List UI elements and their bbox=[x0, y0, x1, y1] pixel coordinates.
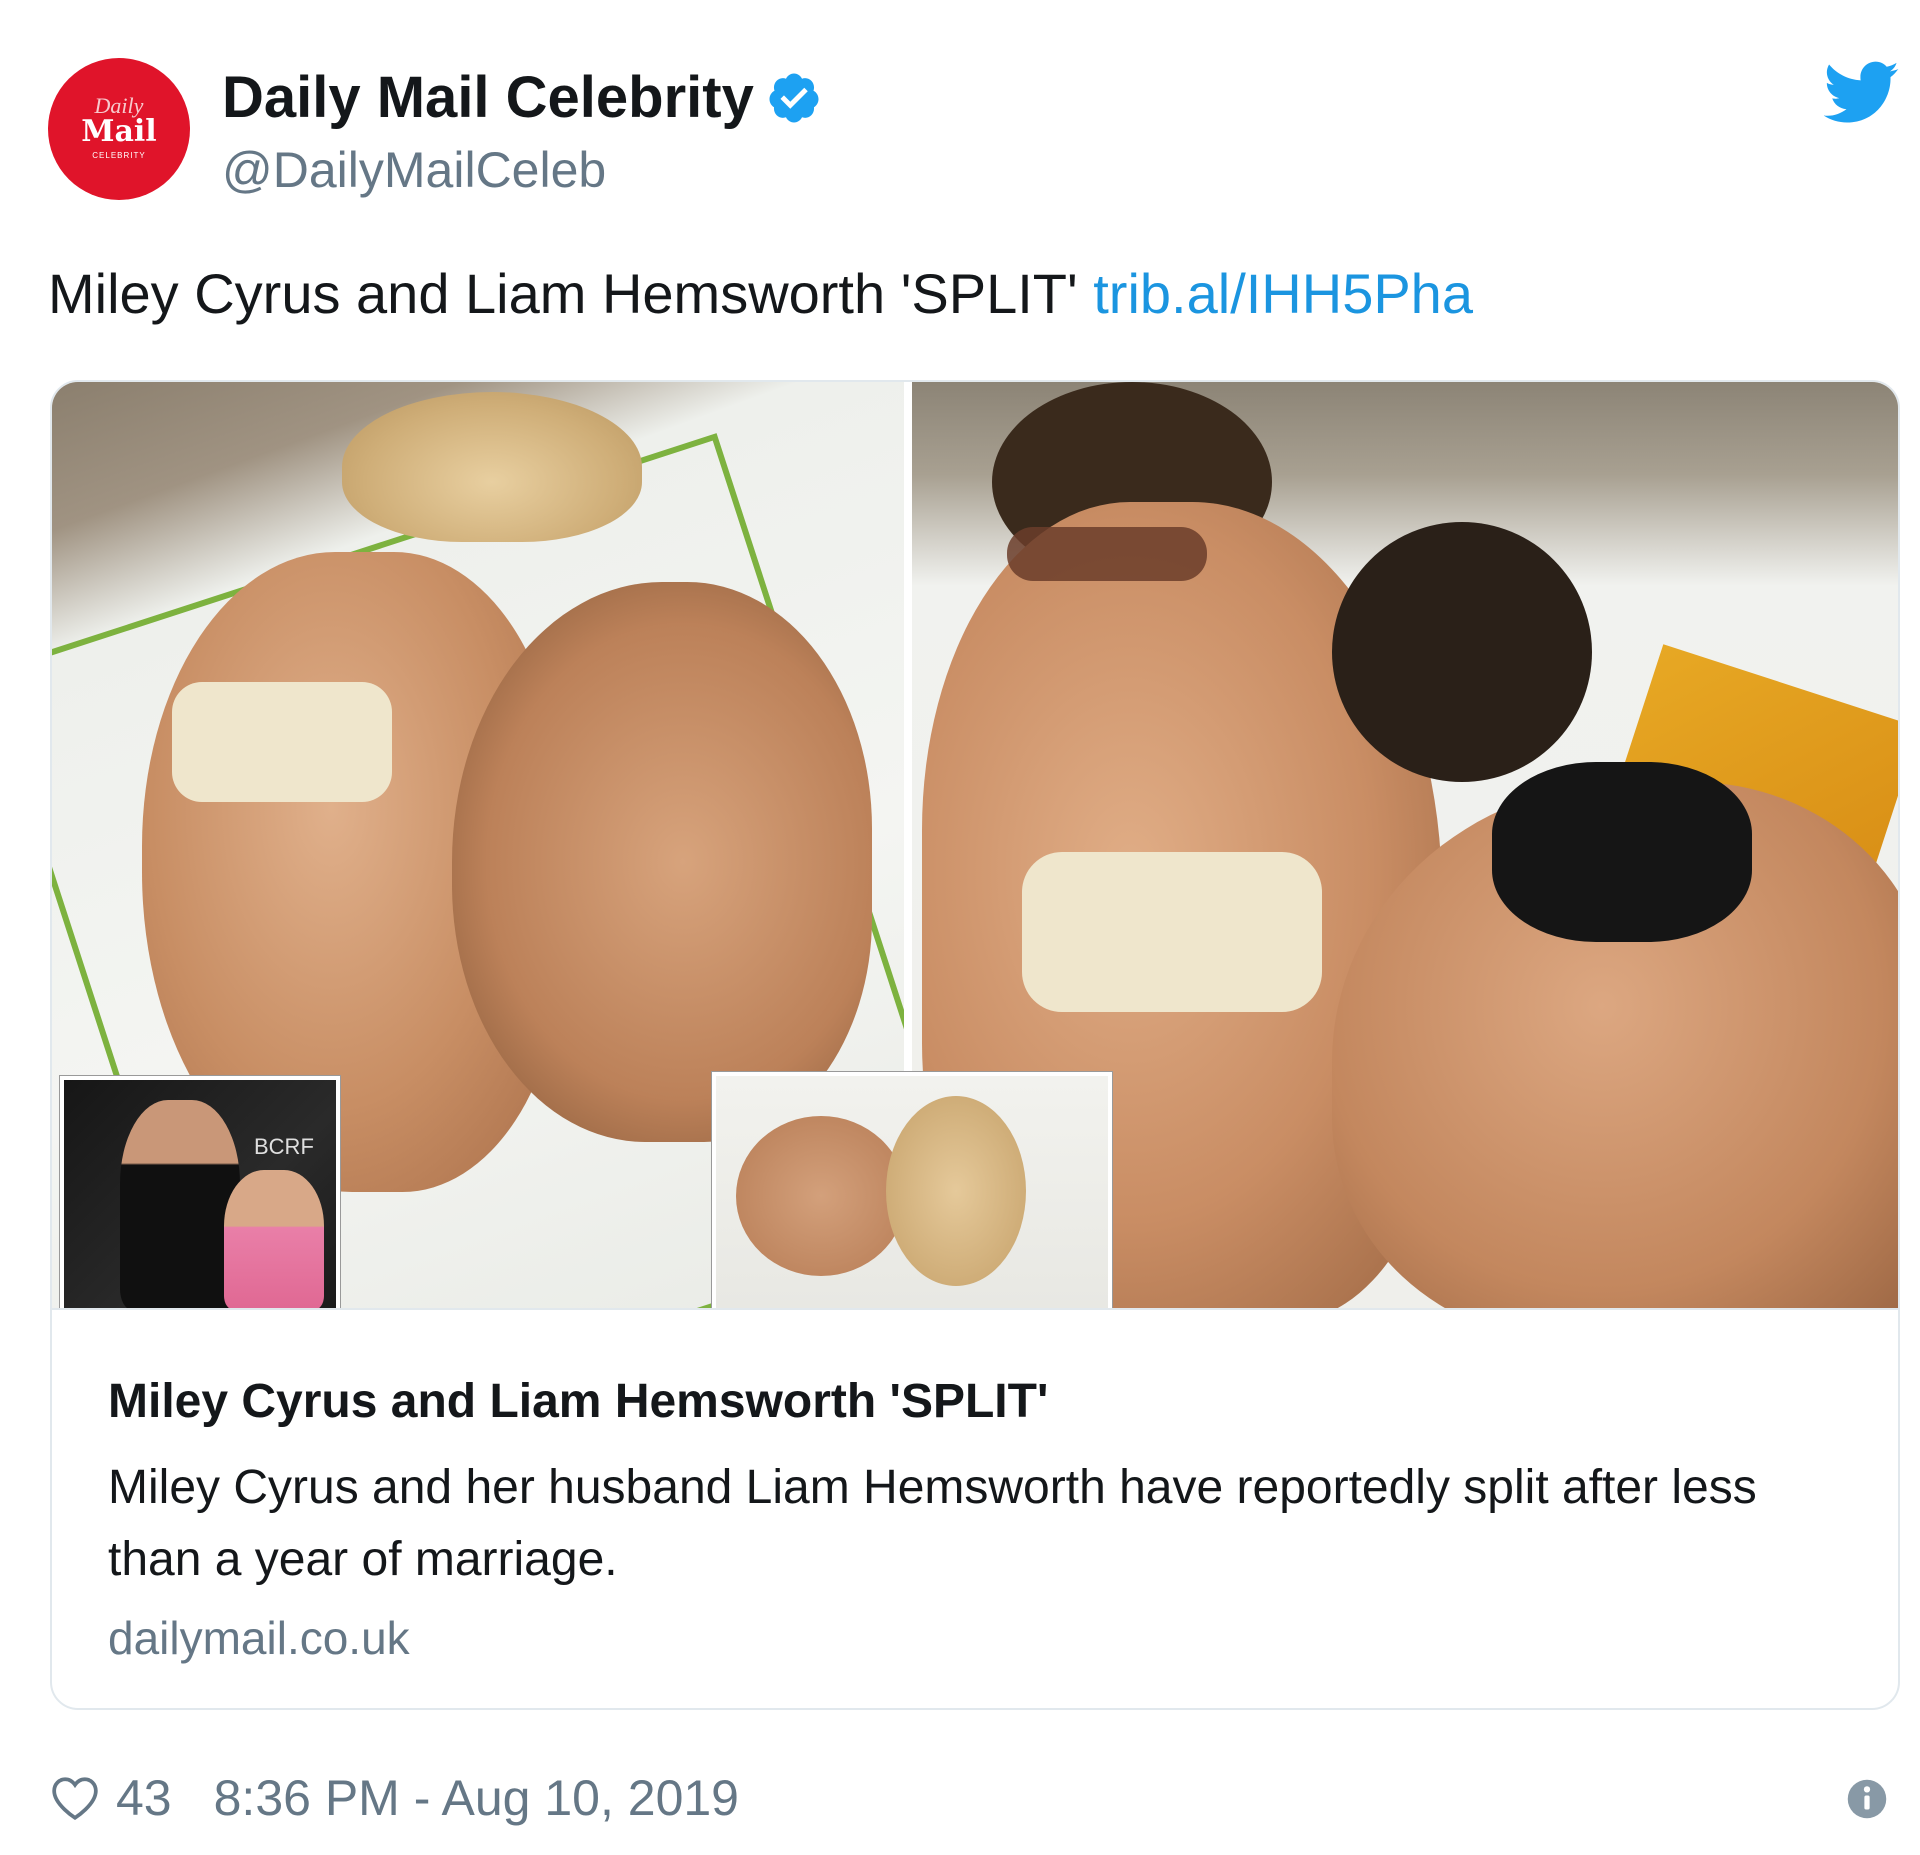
author-name-row: Daily Mail Celebrity bbox=[222, 62, 822, 134]
person-figure bbox=[120, 1100, 240, 1308]
card-domain: dailymail.co.uk bbox=[108, 1612, 410, 1664]
card-body[interactable]: Miley Cyrus and Liam Hemsworth 'SPLIT' M… bbox=[52, 1308, 1898, 1708]
swimwear bbox=[172, 682, 392, 802]
card-description: Miley Cyrus and her husband Liam Hemswor… bbox=[108, 1461, 1757, 1586]
person-figure bbox=[224, 1170, 324, 1308]
swimwear bbox=[1022, 852, 1322, 1012]
sunglasses bbox=[1007, 527, 1207, 581]
straw-hat bbox=[886, 1096, 1026, 1286]
link-card[interactable]: BCRF Miley Cyrus and Liam Hemsworth 'SPL… bbox=[50, 380, 1900, 1710]
swimwear bbox=[1492, 762, 1752, 942]
person-figure bbox=[452, 582, 872, 1142]
like-count[interactable]: 43 bbox=[116, 1768, 172, 1828]
twitter-bird-icon[interactable] bbox=[1824, 60, 1900, 126]
verified-badge-icon bbox=[769, 73, 819, 123]
author-handle[interactable]: @DailyMailCeleb bbox=[222, 138, 606, 202]
avatar-logo-mail: Mail bbox=[81, 113, 157, 149]
inset-backdrop-text: BCRF bbox=[254, 1134, 314, 1159]
heart-icon[interactable] bbox=[50, 1775, 100, 1821]
author-display-name[interactable]: Daily Mail Celebrity bbox=[222, 62, 754, 134]
card-title: Miley Cyrus and Liam Hemsworth 'SPLIT' bbox=[108, 1375, 1049, 1428]
tweet-footer: 43 8:36 PM - Aug 10, 2019 bbox=[50, 1768, 739, 1828]
tweet-text-body: Miley Cyrus and Liam Hemsworth 'SPLIT' bbox=[48, 262, 1078, 325]
avatar-logo-celebrity: CELEBRITY bbox=[92, 150, 146, 160]
inset-photo-hat bbox=[712, 1072, 1112, 1308]
tweet-text: Miley Cyrus and Liam Hemsworth 'SPLIT' t… bbox=[48, 258, 1473, 330]
tweet-link[interactable]: trib.al/IHH5Pha bbox=[1093, 262, 1473, 325]
hair bbox=[1332, 522, 1592, 782]
inset-photo-red-carpet: BCRF bbox=[60, 1076, 340, 1308]
person-figure bbox=[736, 1116, 906, 1276]
straw-hat bbox=[342, 392, 642, 542]
info-icon[interactable] bbox=[1846, 1778, 1888, 1820]
avatar[interactable]: Daily Mail CELEBRITY bbox=[48, 58, 190, 200]
tweet-embed: Daily Mail CELEBRITY Daily Mail Celebrit… bbox=[0, 0, 1920, 1855]
card-image-collage[interactable]: BCRF bbox=[52, 382, 1898, 1308]
tweet-timestamp[interactable]: 8:36 PM - Aug 10, 2019 bbox=[214, 1768, 739, 1828]
